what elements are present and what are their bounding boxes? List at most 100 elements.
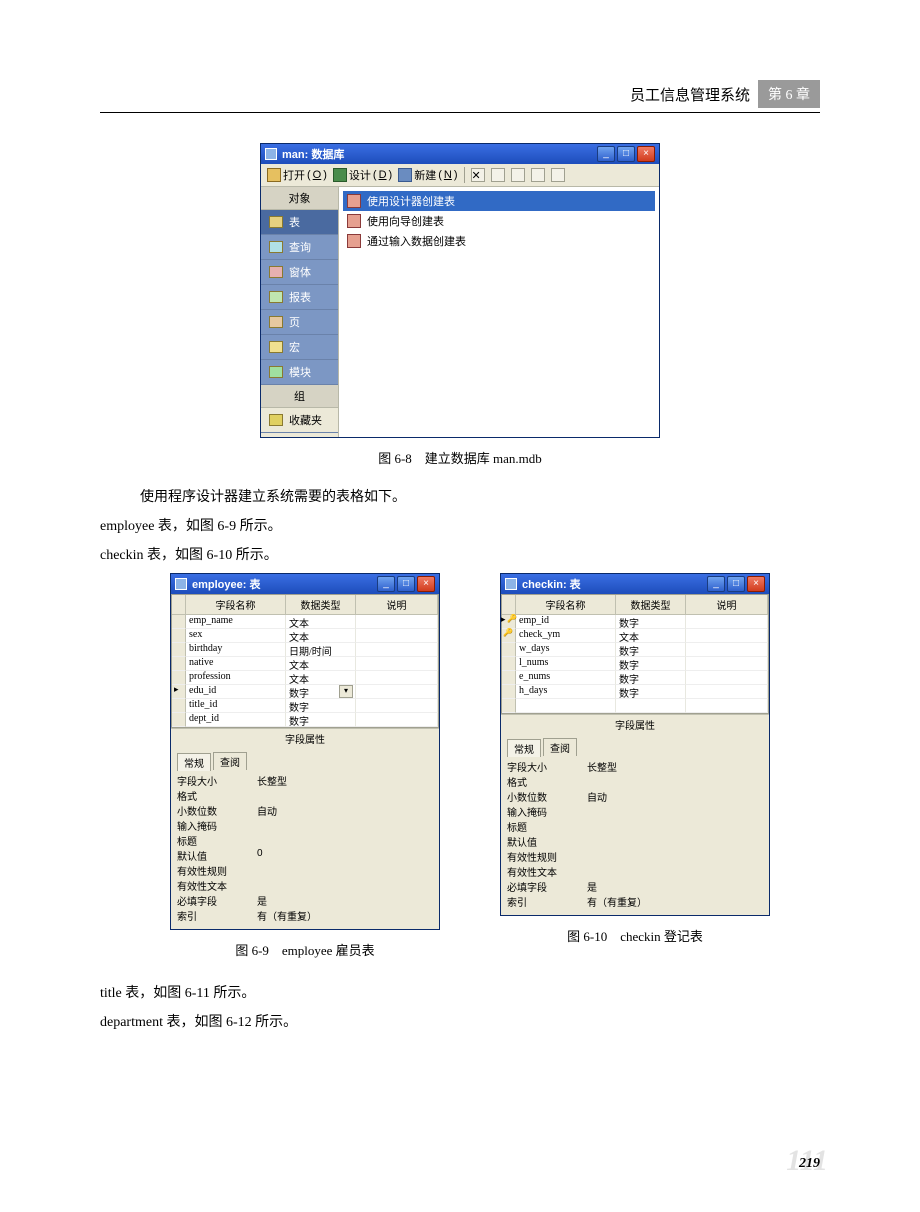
field-type-cell[interactable]: 文本 (286, 615, 356, 629)
prop-value[interactable]: 自动 (257, 803, 433, 818)
table-row[interactable]: emp_id数字 (502, 615, 768, 629)
prop-value[interactable] (257, 833, 433, 848)
table-row[interactable]: sex文本 (172, 629, 438, 643)
open-button[interactable]: 打开(O) (267, 167, 327, 183)
table-row[interactable]: profession文本 (172, 671, 438, 685)
sidebar-modules[interactable]: 模块 (261, 360, 338, 385)
prop-value[interactable]: 有（有重复） (257, 908, 433, 923)
table-row[interactable]: native文本 (172, 657, 438, 671)
prop-row[interactable]: 有效性规则 (177, 863, 433, 878)
field-desc-cell[interactable] (356, 657, 438, 671)
field-name-cell[interactable]: h_days (516, 685, 616, 699)
field-type-cell[interactable]: 数字 (286, 699, 356, 713)
prop-value[interactable] (587, 819, 763, 834)
prop-row[interactable]: 标题 (177, 833, 433, 848)
field-name-cell[interactable]: e_nums (516, 671, 616, 685)
prop-value[interactable] (587, 774, 763, 789)
field-type-cell[interactable]: 数字 (616, 685, 686, 699)
field-desc-cell[interactable] (356, 629, 438, 643)
field-type-cell[interactable]: 数字 (616, 671, 686, 685)
prop-value[interactable]: 长整型 (587, 759, 763, 774)
create-by-wizard[interactable]: 使用向导创建表 (343, 211, 655, 231)
table-row[interactable] (502, 699, 768, 713)
tab-lookup[interactable]: 查阅 (543, 738, 577, 756)
row-selector[interactable] (172, 629, 186, 643)
field-desc-cell[interactable] (356, 713, 438, 727)
row-selector[interactable] (502, 657, 516, 671)
row-selector[interactable] (172, 643, 186, 657)
row-selector[interactable] (502, 629, 516, 643)
sidebar-macros[interactable]: 宏 (261, 335, 338, 360)
row-selector[interactable] (172, 671, 186, 685)
field-name-cell[interactable]: profession (186, 671, 286, 685)
prop-row[interactable]: 索引有（有重复） (507, 894, 763, 909)
prop-row[interactable]: 小数位数自动 (507, 789, 763, 804)
prop-row[interactable]: 有效性文本 (507, 864, 763, 879)
prop-value[interactable]: 自动 (587, 789, 763, 804)
prop-row[interactable]: 字段大小长整型 (507, 759, 763, 774)
prop-value[interactable]: 是 (257, 893, 433, 908)
field-type-cell[interactable]: 数字 (616, 657, 686, 671)
sidebar-tables[interactable]: 表 (261, 210, 338, 235)
row-selector[interactable] (172, 699, 186, 713)
field-name-cell[interactable]: title_id (186, 699, 286, 713)
prop-row[interactable]: 默认值0 (177, 848, 433, 863)
field-type-cell[interactable]: 文本 (286, 629, 356, 643)
minimize-button[interactable]: _ (377, 576, 395, 592)
field-desc-cell[interactable] (356, 699, 438, 713)
field-type-cell[interactable] (616, 699, 686, 713)
field-type-cell[interactable]: 数字 (616, 643, 686, 657)
field-name-cell[interactable]: native (186, 657, 286, 671)
titlebar[interactable]: checkin: 表 _ □ × (501, 574, 769, 594)
tab-general[interactable]: 常规 (177, 753, 211, 771)
table-row[interactable]: e_nums数字 (502, 671, 768, 685)
table-row[interactable]: title_id数字 (172, 699, 438, 713)
sidebar-favorites[interactable]: 收藏夹 (261, 408, 338, 433)
prop-row[interactable]: 默认值 (507, 834, 763, 849)
minimize-button[interactable]: _ (597, 146, 615, 162)
prop-row[interactable]: 格式 (177, 788, 433, 803)
minimize-button[interactable]: _ (707, 576, 725, 592)
row-selector[interactable] (502, 615, 516, 629)
table-row[interactable]: birthday日期/时间 (172, 643, 438, 657)
prop-row[interactable]: 有效性文本 (177, 878, 433, 893)
prop-row[interactable]: 输入掩码 (507, 804, 763, 819)
table-row[interactable]: h_days数字 (502, 685, 768, 699)
field-desc-cell[interactable] (686, 615, 768, 629)
prop-value[interactable] (587, 864, 763, 879)
field-name-cell[interactable]: sex (186, 629, 286, 643)
prop-row[interactable]: 必填字段是 (507, 879, 763, 894)
prop-value[interactable] (257, 878, 433, 893)
row-selector[interactable] (172, 657, 186, 671)
prop-value[interactable]: 有（有重复） (587, 894, 763, 909)
field-desc-cell[interactable] (356, 671, 438, 685)
row-selector[interactable] (502, 699, 516, 713)
prop-row[interactable]: 输入掩码 (177, 818, 433, 833)
titlebar[interactable]: employee: 表 _ □ × (171, 574, 439, 594)
prop-value[interactable]: 长整型 (257, 773, 433, 788)
field-name-cell[interactable]: edu_id (186, 685, 286, 699)
table-row[interactable]: l_nums数字 (502, 657, 768, 671)
new-button[interactable]: 新建(N) (398, 167, 457, 183)
sidebar-pages[interactable]: 页 (261, 310, 338, 335)
design-button[interactable]: 设计(D) (333, 167, 392, 183)
row-selector[interactable] (502, 643, 516, 657)
table-row[interactable]: check_ym文本 (502, 629, 768, 643)
prop-row[interactable]: 格式 (507, 774, 763, 789)
table-row[interactable]: emp_name文本 (172, 615, 438, 629)
row-selector[interactable] (502, 685, 516, 699)
prop-row[interactable]: 字段大小长整型 (177, 773, 433, 788)
prop-value[interactable]: 是 (587, 879, 763, 894)
prop-row[interactable]: 标题 (507, 819, 763, 834)
tab-lookup[interactable]: 查阅 (213, 752, 247, 770)
field-name-cell[interactable]: emp_id (516, 615, 616, 629)
row-selector[interactable] (172, 713, 186, 727)
prop-value[interactable]: 0 (257, 848, 433, 863)
field-grid[interactable]: 字段名称 数据类型 说明 emp_id数字check_ym文本w_days数字l… (501, 594, 769, 714)
table-row[interactable]: w_days数字 (502, 643, 768, 657)
field-desc-cell[interactable] (686, 629, 768, 643)
view-large-icon[interactable] (491, 168, 505, 182)
field-name-cell[interactable]: l_nums (516, 657, 616, 671)
row-selector[interactable] (172, 615, 186, 629)
create-by-designer[interactable]: 使用设计器创建表 (343, 191, 655, 211)
